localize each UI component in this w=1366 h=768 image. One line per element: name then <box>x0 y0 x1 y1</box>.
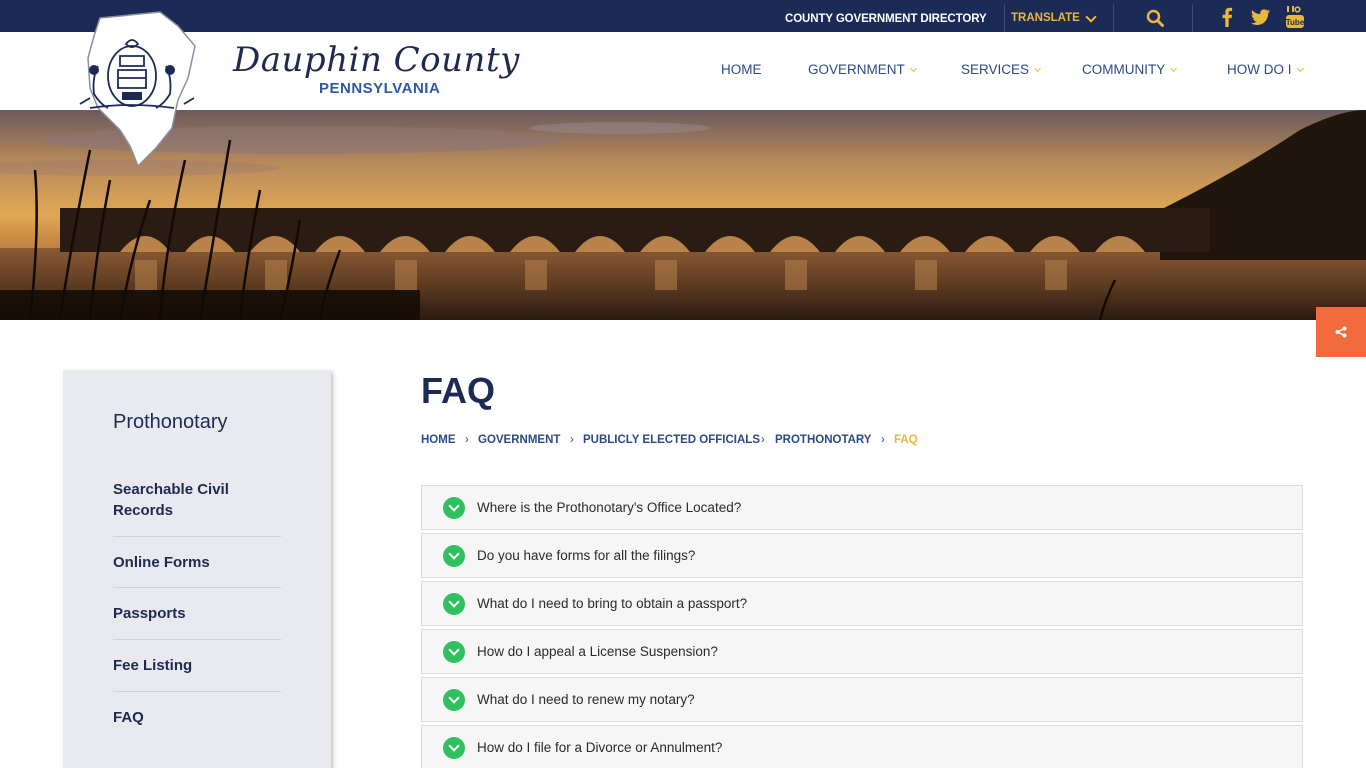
nav-home[interactable]: HOME <box>721 62 762 78</box>
divider <box>113 691 281 692</box>
nav-label: HOW DO I <box>1227 62 1292 77</box>
breadcrumb-separator: › <box>570 434 574 446</box>
page-title: FAQ <box>421 370 496 411</box>
breadcrumb-separator: › <box>881 434 885 446</box>
svg-text:Tube: Tube <box>1286 18 1304 27</box>
chevron-down-icon <box>443 497 465 519</box>
county-seal-logo[interactable] <box>60 8 215 166</box>
faq-item[interactable]: Do you have forms for all the filings? <box>421 533 1303 578</box>
sidebar: Prothonotary Searchable Civil Records On… <box>63 370 331 768</box>
sidebar-item-fee-listing[interactable]: Fee Listing <box>113 655 281 676</box>
faq-item[interactable]: How do I file for a Divorce or Annulment… <box>421 725 1303 768</box>
faq-question: How do I appeal a License Suspension? <box>477 644 718 659</box>
nav-label: GOVERNMENT <box>808 62 905 77</box>
breadcrumb-current: FAQ <box>894 434 918 446</box>
translate-dropdown[interactable]: TRANSLATE <box>1011 0 1097 32</box>
nav-how-do-i[interactable]: HOW DO I <box>1227 62 1304 78</box>
divider <box>1113 4 1114 32</box>
share-button[interactable] <box>1316 307 1366 357</box>
faq-question: What do I need to bring to obtain a pass… <box>477 596 748 611</box>
breadcrumb-publicly-elected-officials[interactable]: PUBLICLY ELECTED OFFICIALS <box>583 434 760 446</box>
chevron-down-icon <box>443 641 465 663</box>
share-icon <box>1335 326 1347 338</box>
nav-label: HOME <box>721 62 762 77</box>
breadcrumb-prothonotary[interactable]: PROTHONOTARY <box>775 434 871 446</box>
youtube-icon[interactable]: Tube <box>1286 6 1304 28</box>
nav-label: COMMUNITY <box>1082 62 1166 77</box>
sidebar-item-passports[interactable]: Passports <box>113 603 281 624</box>
nav-services[interactable]: SERVICES <box>961 62 1042 78</box>
faq-item[interactable]: What do I need to renew my notary? <box>421 677 1303 722</box>
nav-label: SERVICES <box>961 62 1030 77</box>
search-icon[interactable] <box>1146 9 1164 27</box>
faq-item[interactable]: What do I need to bring to obtain a pass… <box>421 581 1303 626</box>
breadcrumb-separator: › <box>465 434 469 446</box>
faq-question: What do I need to renew my notary? <box>477 692 695 707</box>
sidebar-title: Prothonotary <box>113 411 228 433</box>
chevron-down-icon <box>1170 64 1178 73</box>
chevron-down-icon <box>443 737 465 759</box>
faq-item[interactable]: How do I appeal a License Suspension? <box>421 629 1303 674</box>
chevron-down-icon <box>909 64 917 73</box>
chevron-down-icon <box>443 593 465 615</box>
divider <box>1192 4 1193 32</box>
breadcrumb-government[interactable]: GOVERNMENT <box>478 434 560 446</box>
chevron-down-icon <box>1296 64 1304 73</box>
chevron-down-icon <box>1085 11 1097 23</box>
faq-question: Do you have forms for all the filings? <box>477 548 696 563</box>
faq-item[interactable]: Where is the Prothonotary's Office Locat… <box>421 485 1303 530</box>
breadcrumb-home[interactable]: HOME <box>421 434 456 446</box>
translate-label: TRANSLATE <box>1011 12 1080 24</box>
breadcrumb-separator: › <box>761 434 765 446</box>
divider <box>113 536 281 537</box>
site-state: PENNSYLVANIA <box>319 80 441 97</box>
nav-government[interactable]: GOVERNMENT <box>808 62 917 78</box>
nav-community[interactable]: COMMUNITY <box>1082 62 1178 78</box>
chevron-down-icon <box>443 545 465 567</box>
chevron-down-icon <box>443 689 465 711</box>
faq-question: How do I file for a Divorce or Annulment… <box>477 740 723 755</box>
twitter-icon[interactable] <box>1251 7 1270 27</box>
facebook-icon[interactable] <box>1220 7 1234 27</box>
chevron-down-icon <box>1033 64 1042 73</box>
divider <box>113 639 281 640</box>
site-name[interactable]: Dauphin County <box>233 40 520 80</box>
divider <box>1004 4 1005 32</box>
sidebar-item-faq[interactable]: FAQ <box>113 707 281 728</box>
sidebar-item-searchable-civil-records[interactable]: Searchable Civil Records <box>113 479 281 521</box>
sidebar-item-online-forms[interactable]: Online Forms <box>113 552 281 573</box>
county-directory-link[interactable]: COUNTY GOVERNMENT DIRECTORY <box>785 0 987 32</box>
faq-question: Where is the Prothonotary's Office Locat… <box>477 500 742 515</box>
divider <box>113 587 281 588</box>
